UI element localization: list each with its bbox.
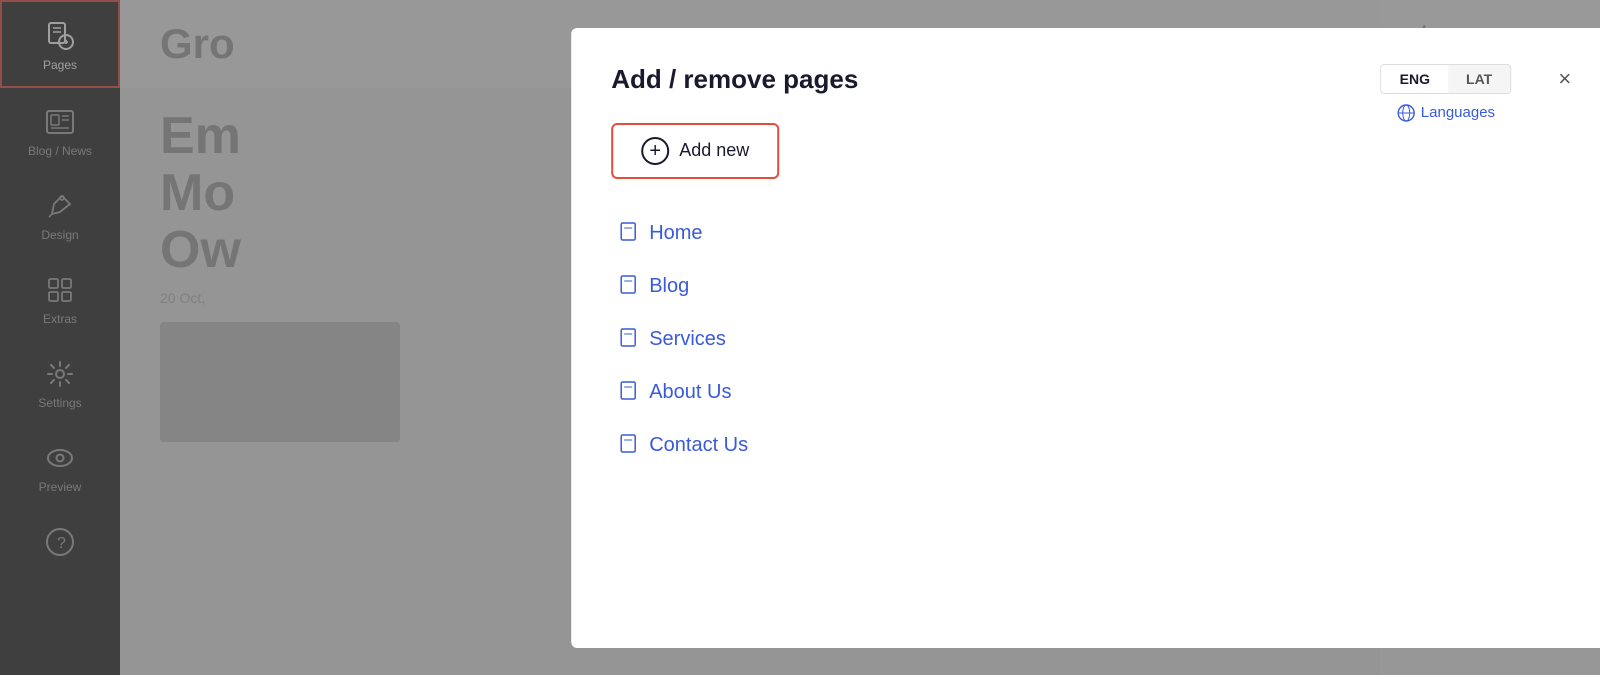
page-icon-home	[619, 221, 637, 246]
page-list-item-blog[interactable]: Blog	[611, 262, 1571, 311]
plus-circle-icon: +	[641, 137, 669, 165]
page-icon-services	[619, 327, 637, 352]
add-new-label: Add new	[679, 140, 749, 161]
page-icon-blog	[619, 274, 637, 299]
page-label-contact-us: Contact Us	[649, 434, 748, 457]
page-icon-about-us	[619, 380, 637, 405]
page-list-item-contact-us[interactable]: Contact Us	[611, 421, 1571, 470]
page-icon-contact-us	[619, 433, 637, 458]
page-list-item-about-us[interactable]: About Us	[611, 368, 1571, 417]
page-list-item-home[interactable]: Home	[611, 209, 1571, 258]
add-remove-pages-modal: Add / remove pages × ENG LAT Languages +…	[571, 28, 1600, 648]
modal-title: Add / remove pages	[611, 64, 858, 95]
page-label-home: Home	[649, 222, 702, 245]
languages-label: Languages	[1421, 104, 1495, 121]
modal-close-button[interactable]: ×	[1558, 68, 1571, 90]
add-new-page-button[interactable]: + Add new	[611, 123, 779, 179]
page-label-services: Services	[649, 328, 726, 351]
languages-link[interactable]: Languages	[1397, 104, 1495, 122]
page-list-item-services[interactable]: Services	[611, 315, 1571, 364]
lang-tab-lat[interactable]: LAT	[1448, 65, 1510, 93]
language-switcher: ENG LAT Languages	[1381, 64, 1512, 122]
pages-list: Home Blog Services About Us Contact Us	[611, 209, 1571, 470]
page-label-about-us: About Us	[649, 381, 731, 404]
lang-tabs: ENG LAT	[1381, 64, 1512, 94]
page-label-blog: Blog	[649, 275, 689, 298]
lang-tab-eng[interactable]: ENG	[1382, 65, 1448, 93]
